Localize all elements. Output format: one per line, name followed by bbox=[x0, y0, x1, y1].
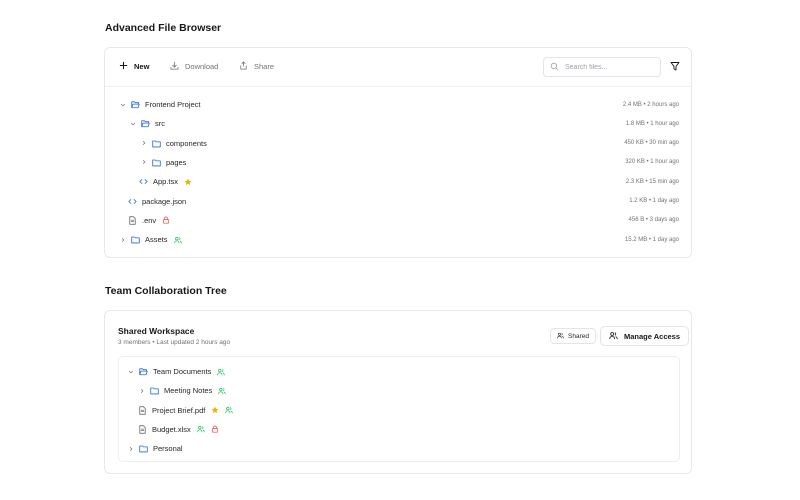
team-tree-row[interactable]: Budget.xlsx bbox=[119, 420, 679, 439]
folder-icon bbox=[152, 158, 161, 167]
tree-item-meta: 2.3 KB • 15 min ago bbox=[625, 178, 679, 185]
chevron-right-icon[interactable] bbox=[141, 159, 147, 165]
file-tree-row[interactable]: package.json 1.2 KB • 1 day ago bbox=[105, 192, 691, 211]
chevron-down-icon[interactable] bbox=[120, 102, 126, 108]
workspace-card: Shared Workspace 3 members • Last update… bbox=[104, 310, 692, 474]
tree-item-meta: 1.2 KB • 1 day ago bbox=[629, 198, 679, 204]
code-file-icon bbox=[139, 177, 148, 186]
download-icon bbox=[170, 61, 179, 72]
folder-icon bbox=[150, 386, 159, 395]
tree-item-meta: 450 KB • 30 min ago bbox=[624, 140, 679, 147]
users-icon bbox=[609, 331, 618, 342]
file-tree-row[interactable]: Frontend Project 2.4 MB • 2 hours ago bbox=[105, 95, 691, 114]
tree-item-meta: 2.4 MB • 2 hours ago bbox=[622, 101, 679, 108]
folder-open-icon bbox=[131, 100, 140, 109]
chevron-right-icon[interactable] bbox=[128, 446, 134, 452]
file-tree-row[interactable]: src 1.8 MB • 1 hour ago bbox=[105, 114, 691, 133]
file-browser-title: Advanced File Browser bbox=[105, 22, 222, 34]
shared-icon bbox=[217, 368, 226, 376]
team-tree-row[interactable]: Personal bbox=[119, 439, 679, 458]
tree-item-label: Team Documents bbox=[153, 367, 212, 376]
tree-item-label: src bbox=[155, 119, 165, 129]
tree-item-label: package.json bbox=[142, 196, 187, 206]
tree-item-meta: 1.8 MB • 1 hour ago bbox=[625, 120, 679, 127]
search-box bbox=[543, 57, 661, 77]
tree-item-label: Frontend Project bbox=[145, 100, 201, 109]
new-button-label: New bbox=[134, 62, 150, 71]
team-tree-row[interactable]: Meeting Notes bbox=[119, 381, 679, 400]
file-icon bbox=[138, 405, 147, 415]
star-icon bbox=[184, 178, 192, 186]
chevron-right-icon[interactable] bbox=[120, 237, 126, 243]
search-input[interactable] bbox=[565, 63, 655, 71]
tree-item-meta: 320 KB • 1 hour ago bbox=[625, 159, 679, 166]
shared-badge-label: Shared bbox=[568, 332, 589, 340]
manage-access-label: Manage Access bbox=[624, 331, 681, 341]
download-button-label: Download bbox=[185, 62, 219, 71]
folder-icon bbox=[139, 444, 148, 453]
tree-item-meta: 15.2 MB • 1 day ago bbox=[624, 236, 679, 243]
filter-icon bbox=[670, 58, 680, 76]
plus-icon bbox=[119, 61, 128, 72]
workspace-subtitle: 3 members • Last updated 2 hours ago bbox=[118, 339, 231, 346]
team-tree-box: Team Documents Meeting Notes Project Brief… bbox=[118, 356, 680, 462]
folder-icon bbox=[131, 235, 140, 244]
file-icon bbox=[138, 425, 147, 434]
file-tree-row[interactable]: .env 456 B • 3 days ago bbox=[105, 211, 691, 230]
chevron-right-icon[interactable] bbox=[139, 388, 145, 394]
team-tree-row[interactable]: Project Brief.pdf bbox=[119, 401, 679, 420]
tree-item-label: .env bbox=[142, 215, 157, 225]
share-button[interactable]: Share bbox=[239, 61, 274, 72]
lock-icon bbox=[211, 425, 219, 433]
code-file-icon bbox=[128, 197, 137, 206]
tree-item-label: App.tsx bbox=[153, 177, 179, 187]
file-tree-row[interactable]: Assets 15.2 MB • 1 day ago bbox=[105, 230, 691, 249]
tree-item-label: Personal bbox=[153, 444, 183, 454]
chevron-right-icon[interactable] bbox=[141, 140, 147, 146]
file-tree-row[interactable]: components 450 KB • 30 min ago bbox=[105, 134, 691, 153]
shared-icon bbox=[218, 387, 227, 395]
folder-open-icon bbox=[139, 367, 148, 376]
share-button-label: Share bbox=[254, 62, 275, 71]
file-icon bbox=[128, 216, 137, 225]
team-tree-row[interactable]: Team Documents bbox=[119, 362, 679, 381]
tree-item-label: Assets bbox=[145, 235, 168, 245]
tree-item-label: Project Brief.pdf bbox=[152, 405, 206, 415]
tree-item-meta: 456 B • 3 days ago bbox=[628, 217, 679, 224]
star-icon bbox=[211, 406, 219, 414]
tree-item-label: Budget.xlsx bbox=[152, 424, 191, 434]
shared-icon bbox=[557, 332, 564, 341]
tree-item-label: components bbox=[166, 138, 207, 148]
file-browser-toolbar: New Download Share bbox=[105, 48, 691, 86]
share-icon bbox=[239, 61, 248, 72]
manage-access-button[interactable]: Manage Access bbox=[600, 326, 690, 346]
filter-button[interactable] bbox=[668, 60, 682, 74]
team-tree-title: Team Collaboration Tree bbox=[105, 285, 227, 297]
search-icon bbox=[550, 58, 559, 76]
shared-icon bbox=[173, 236, 182, 244]
workspace-name: Shared Workspace bbox=[118, 326, 195, 336]
file-tree-row[interactable]: App.tsx 2.3 KB • 15 min ago bbox=[105, 172, 691, 191]
lock-icon bbox=[162, 216, 170, 224]
download-button[interactable]: Download bbox=[170, 61, 218, 72]
shared-badge: Shared bbox=[550, 328, 596, 344]
shared-icon bbox=[225, 406, 234, 414]
tree-item-label: pages bbox=[166, 157, 187, 167]
file-tree-row[interactable]: pages 320 KB • 1 hour ago bbox=[105, 153, 691, 172]
toolbar-divider bbox=[105, 86, 691, 87]
folder-open-icon bbox=[141, 119, 150, 128]
shared-icon bbox=[197, 425, 205, 433]
tree-item-label: Meeting Notes bbox=[164, 386, 213, 396]
chevron-down-icon[interactable] bbox=[128, 369, 134, 375]
new-button[interactable]: New bbox=[119, 61, 149, 72]
chevron-down-icon[interactable] bbox=[130, 121, 136, 127]
folder-icon bbox=[152, 139, 161, 148]
file-browser-card: New Download Share Frontend Project 2.4 M… bbox=[104, 47, 692, 258]
